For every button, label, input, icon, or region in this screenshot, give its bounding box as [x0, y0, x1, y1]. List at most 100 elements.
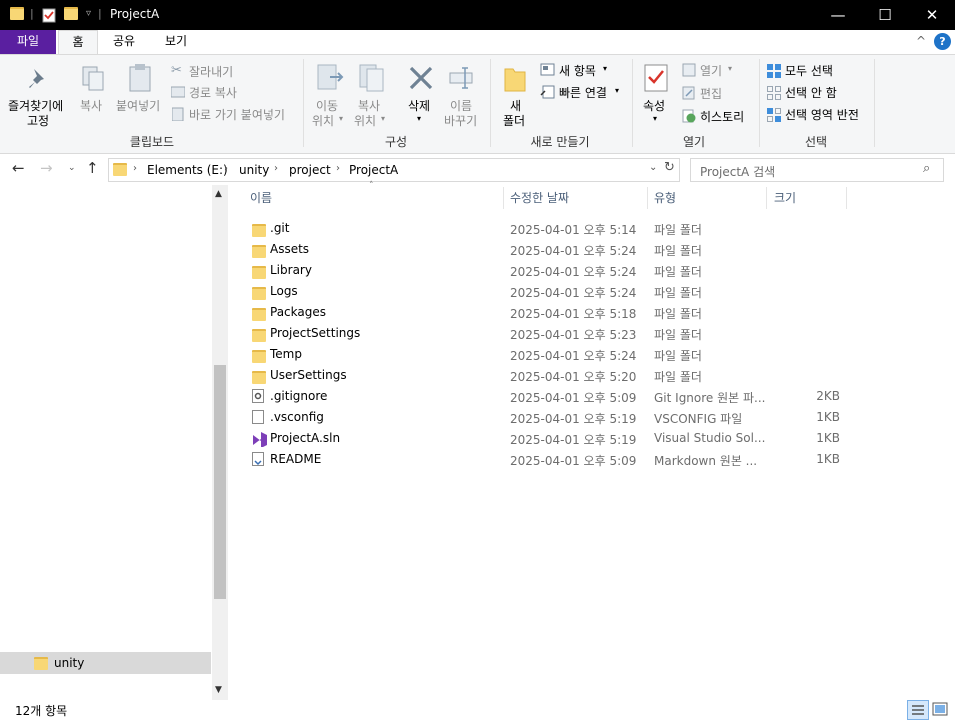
file-row[interactable]: .gitignore 2025-04-01 오후 5:09 Git Ignore 원… — [246, 386, 846, 407]
copy-icon — [80, 65, 106, 93]
file-name: .git — [270, 221, 290, 235]
chevron-right-icon[interactable]: › — [274, 163, 278, 174]
file-row[interactable]: Assets 2025-04-01 오후 5:24 파일 폴더 — [246, 239, 846, 260]
easy-access-button[interactable]: 빠른 연결 — [559, 84, 607, 101]
collapse-ribbon-icon[interactable]: ^ — [916, 34, 926, 48]
dropdown-arrow-icon: ▾ — [339, 114, 344, 123]
delete-button[interactable]: 삭제 — [408, 97, 430, 114]
column-header-name[interactable]: 이름 — [250, 185, 272, 211]
paste-button[interactable]: 붙여넣기 — [116, 97, 160, 114]
scroll-thumb[interactable] — [214, 365, 226, 599]
column-header-type[interactable]: 유형 — [654, 185, 676, 211]
tab-file[interactable]: 파일 — [0, 30, 56, 54]
paste-icon — [127, 63, 153, 92]
move-to-label-2: 위치 — [312, 114, 335, 128]
file-date: 2025-04-01 오후 5:14 — [510, 223, 637, 237]
address-bar: ← → ⌄ ↑ › Elements (E:) › unity › projec… — [0, 155, 955, 183]
back-arrow-icon[interactable]: ← — [12, 159, 25, 177]
file-row[interactable]: UserSettings 2025-04-01 오후 5:20 파일 폴더 — [246, 365, 846, 386]
file-type: 파일 폴더 — [654, 223, 702, 237]
file-row[interactable]: ProjectA.sln 2025-04-01 오후 5:19 Visual Stu… — [246, 428, 846, 449]
file-type: 파일 폴더 — [654, 244, 702, 258]
markdown-file-icon — [252, 452, 264, 469]
invert-selection-button[interactable]: 선택 영역 반전 — [785, 106, 859, 123]
details-view-icon[interactable] — [907, 700, 929, 720]
maximize-button[interactable]: ☐ — [862, 0, 908, 30]
select-all-button[interactable]: 모두 선택 — [785, 62, 833, 79]
history-button[interactable]: 히스토리 — [700, 108, 744, 125]
select-all-icon — [766, 63, 781, 78]
edit-button[interactable]: 편집 — [700, 85, 722, 102]
rename-label-2: 바꾸기 — [444, 114, 478, 128]
new-folder-quick-icon[interactable] — [64, 7, 78, 23]
open-icon — [682, 63, 696, 77]
tab-share[interactable]: 공유 — [102, 30, 146, 54]
breadcrumb-item[interactable]: project — [289, 163, 331, 177]
refresh-icon[interactable]: ↻ — [664, 160, 675, 175]
folder-icon — [34, 657, 48, 673]
breadcrumb-item[interactable]: Elements (E:) — [147, 163, 228, 177]
new-item-button[interactable]: 새 항목 — [559, 62, 596, 79]
file-row[interactable]: Library 2025-04-01 오후 5:24 파일 폴더 — [246, 260, 846, 281]
copy-to-label-2: 위치 — [354, 114, 377, 128]
large-icons-view-icon[interactable] — [932, 702, 948, 719]
file-row[interactable]: .vsconfig 2025-04-01 오후 5:19 VSCONFIG 파일 1K… — [246, 407, 846, 428]
nav-scrollbar[interactable]: ▲ ▼ — [212, 185, 228, 700]
visual-studio-icon — [252, 431, 268, 450]
file-row[interactable]: Packages 2025-04-01 오후 5:18 파일 폴더 — [246, 302, 846, 323]
chevron-right-icon[interactable]: › — [133, 163, 137, 174]
customize-quick-access-icon[interactable]: ▿ — [86, 8, 91, 24]
close-button[interactable]: ✕ — [909, 0, 955, 30]
paste-shortcut-button[interactable]: 바로 가기 붙여넣기 — [189, 106, 285, 123]
new-folder-icon — [503, 63, 529, 92]
file-row[interactable]: Logs 2025-04-01 오후 5:24 파일 폴더 — [246, 281, 846, 302]
rename-icon — [449, 65, 475, 93]
select-none-button[interactable]: 선택 안 함 — [785, 84, 837, 101]
properties-quick-icon[interactable] — [42, 7, 56, 23]
help-icon[interactable]: ? — [934, 33, 951, 50]
up-arrow-icon[interactable]: ↑ — [86, 159, 99, 177]
column-divider — [846, 187, 847, 209]
scroll-down-icon[interactable]: ▼ — [215, 685, 222, 695]
forward-arrow-icon[interactable]: → — [40, 159, 53, 177]
pin-label-2: 고정 — [27, 114, 50, 128]
address-dropdown-icon[interactable]: ⌄ — [649, 162, 657, 173]
chevron-right-icon[interactable]: › — [336, 163, 340, 174]
dropdown-arrow-icon: ▾ — [615, 86, 620, 95]
file-type: 파일 폴더 — [654, 370, 702, 384]
address-path-box[interactable]: › Elements (E:) › unity › project › Proj… — [108, 158, 680, 182]
properties-button[interactable]: 속성 — [643, 97, 665, 114]
cut-button[interactable]: 잘라내기 — [189, 63, 233, 80]
copy-path-button[interactable]: 경로 복사 — [189, 84, 237, 101]
file-date: 2025-04-01 오후 5:09 — [510, 454, 637, 468]
file-type: 파일 폴더 — [654, 307, 702, 321]
tab-view[interactable]: 보기 — [154, 30, 198, 54]
title-bar: | ▿ | ProjectA — ☐ ✕ — [0, 0, 955, 30]
breadcrumb-item[interactable]: ProjectA — [349, 163, 398, 177]
file-size: 1KB — [816, 452, 840, 466]
tab-home[interactable]: 홈 — [58, 30, 98, 55]
chevron-right-icon[interactable]: › — [224, 163, 228, 174]
ribbon-tabs: 파일 홈 공유 보기 ^ ? — [0, 30, 955, 55]
copy-button[interactable]: 복사 — [80, 97, 102, 114]
dropdown-arrow-icon: ▾ — [417, 114, 422, 123]
recent-locations-chevron-icon[interactable]: ⌄ — [68, 163, 76, 173]
file-name: ProjectSettings — [270, 326, 361, 340]
minimize-button[interactable]: — — [815, 0, 861, 30]
file-row[interactable]: ProjectSettings 2025-04-01 오후 5:23 파일 폴더 — [246, 323, 846, 344]
file-row[interactable]: README 2025-04-01 오후 5:09 Markdown 원본 ... 1… — [246, 449, 846, 470]
navigation-pane: unity ▲ ▼ — [0, 185, 228, 700]
breadcrumb-item[interactable]: unity — [239, 163, 269, 177]
open-button[interactable]: 열기 — [700, 62, 722, 79]
file-name: .vsconfig — [270, 410, 324, 424]
open-group-label: 열기 — [682, 135, 706, 149]
column-header-size[interactable]: 크기 — [774, 185, 796, 211]
search-icon[interactable]: ⌕ — [923, 161, 930, 176]
column-header-date[interactable]: 수정한 날짜 — [510, 185, 569, 211]
scroll-up-icon[interactable]: ▲ — [215, 189, 222, 199]
file-row[interactable]: .git 2025-04-01 오후 5:14 파일 폴더 — [246, 218, 846, 239]
search-box[interactable]: ProjectA 검색 ⌕ — [690, 158, 944, 182]
nav-item-unity[interactable]: unity — [0, 652, 211, 674]
file-row[interactable]: Temp 2025-04-01 오후 5:24 파일 폴더 — [246, 344, 846, 365]
file-date: 2025-04-01 오후 5:19 — [510, 412, 637, 426]
